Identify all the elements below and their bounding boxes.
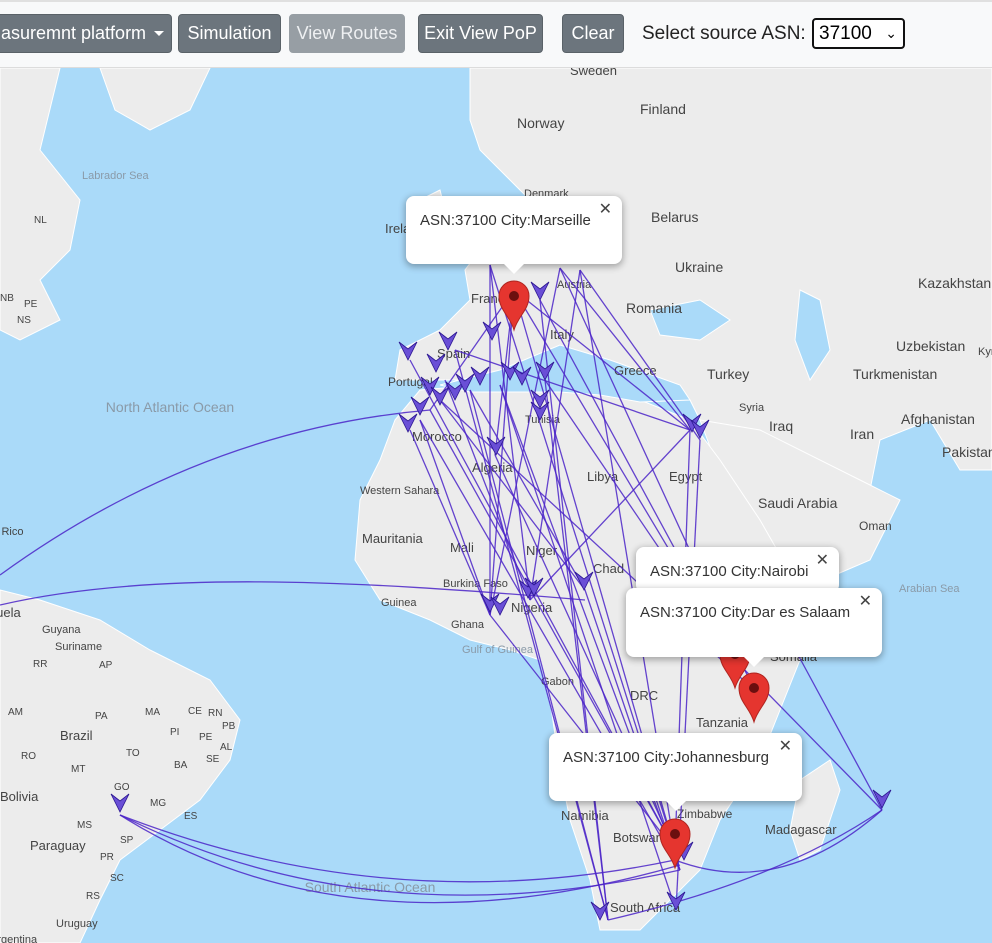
region-label: PA — [95, 711, 108, 722]
country-label: DRC — [630, 688, 658, 703]
country-label: Uruguay — [56, 918, 98, 930]
region-label: RN — [208, 708, 222, 719]
country-label: Niger — [526, 543, 558, 558]
country-label: Chad — [593, 561, 624, 576]
country-label: Ghana — [451, 619, 485, 631]
country-label: Bolivia — [0, 789, 39, 804]
region-label: MT — [71, 764, 85, 775]
region-label: PR — [100, 852, 114, 863]
country-label: Kyr — [978, 346, 992, 358]
country-label: Western Sahara — [360, 485, 440, 497]
clear-button[interactable]: Clear — [562, 14, 624, 53]
info-window-text: ASN:37100 City:Dar es Salaam — [640, 604, 851, 621]
country-label: Belarus — [651, 209, 698, 225]
region-label: ES — [184, 811, 198, 822]
country-label: Oman — [859, 519, 892, 533]
region-label: SP — [120, 835, 134, 846]
region-label: MS — [77, 820, 92, 831]
country-label: Afghanistan — [901, 411, 975, 427]
country-label: Uzbekistan — [896, 338, 965, 354]
close-icon[interactable]: ✕ — [859, 591, 872, 611]
info-window-marseille: ASN:37100 City:Marseille ✕ — [406, 196, 622, 274]
info-window-text: ASN:37100 City:Johannesburg — [563, 749, 769, 766]
sea-label: South Atlantic Ocean — [305, 879, 436, 895]
country-label: Syria — [739, 402, 765, 414]
region-label: TO — [126, 748, 140, 759]
region-label: NS — [17, 315, 31, 326]
region-label: GO — [114, 782, 130, 793]
country-label: Venezuela — [0, 605, 21, 620]
country-label: Turkmenistan — [853, 366, 937, 382]
country-label: Norway — [517, 115, 564, 131]
region-label: BA — [174, 760, 188, 771]
country-label: Puerto Rico — [0, 526, 23, 538]
caret-down-icon — [154, 31, 165, 36]
sea-label: North Atlantic Ocean — [106, 399, 234, 415]
country-label: Iraq — [769, 418, 793, 434]
info-window-dar-es-salaam: ASN:37100 City:Dar es Salaam ✕ — [626, 588, 882, 667]
region-label: PE — [199, 732, 213, 743]
region-label: SE — [206, 754, 220, 765]
region-label: NB — [0, 293, 14, 304]
region-label: PE — [24, 299, 38, 310]
region-label: PI — [170, 727, 179, 738]
country-label: Saudi Arabia — [758, 495, 838, 511]
simulation-button[interactable]: Simulation — [178, 14, 281, 53]
close-icon[interactable]: ✕ — [816, 550, 829, 570]
region-label: CE — [188, 706, 202, 717]
source-asn-select[interactable]: 37100 ⌄ — [812, 18, 905, 49]
country-label: Tanzania — [696, 715, 749, 730]
sea-label: Labrador Sea — [82, 170, 150, 182]
country-label: Argentina — [0, 934, 38, 943]
country-label: Kazakhstan — [918, 275, 991, 291]
country-label: Romania — [626, 300, 682, 316]
country-label: South Africa — [610, 900, 681, 915]
source-asn-value: 37100 — [819, 22, 872, 44]
info-window-text: ASN:37100 City:Marseille — [420, 212, 591, 229]
country-label: Mali — [450, 540, 474, 555]
region-label: MA — [145, 707, 160, 718]
sea-label: Gulf of Guinea — [462, 644, 534, 656]
country-label: Paraguay — [30, 838, 86, 853]
toolbar: asuremnt platform Simulation View Routes… — [0, 0, 992, 68]
country-label: Pakistan — [942, 444, 992, 460]
country-label: Finland — [640, 101, 686, 117]
source-asn-label: Select source ASN: — [642, 23, 806, 44]
country-label: Iran — [850, 426, 874, 442]
country-label: Guinea — [381, 597, 417, 609]
country-label: Suriname — [55, 641, 102, 653]
platform-label: asuremnt platform — [1, 23, 147, 43]
info-window-text: ASN:37100 City:Nairobi — [650, 563, 809, 580]
sea-label: Arabian Sea — [899, 583, 960, 595]
region-label: AM — [8, 707, 23, 718]
region-label: RO — [21, 751, 36, 762]
close-icon[interactable]: ✕ — [779, 736, 792, 756]
region-label: PB — [222, 721, 236, 732]
region-label: SC — [110, 873, 124, 884]
country-label: Madagascar — [765, 822, 837, 837]
region-label: RS — [86, 891, 100, 902]
country-label: Sweden — [570, 68, 617, 78]
country-label: Guyana — [42, 624, 81, 636]
view-routes-button[interactable]: View Routes — [289, 14, 405, 53]
country-label: Brazil — [60, 728, 93, 743]
region-label: NL — [34, 215, 47, 226]
chevron-down-icon: ⌄ — [885, 25, 897, 41]
country-label: Turkey — [707, 366, 749, 382]
info-window-nairobi: ASN:37100 City:Nairobi ✕ — [636, 547, 839, 603]
region-label: RR — [33, 659, 47, 670]
exit-view-pop-button[interactable]: Exit View PoP — [418, 14, 543, 53]
platform-dropdown-button[interactable]: asuremnt platform — [0, 14, 172, 53]
country-label: Namibia — [561, 808, 609, 823]
info-window-johannesburg: ASN:37100 City:Johannesburg ✕ — [549, 733, 802, 811]
region-label: MG — [150, 798, 166, 809]
country-label: Ukraine — [675, 259, 723, 275]
region-label: AL — [220, 742, 233, 753]
region-label: AP — [99, 660, 113, 671]
close-icon[interactable]: ✕ — [599, 199, 612, 219]
country-label: Mauritania — [362, 531, 423, 546]
